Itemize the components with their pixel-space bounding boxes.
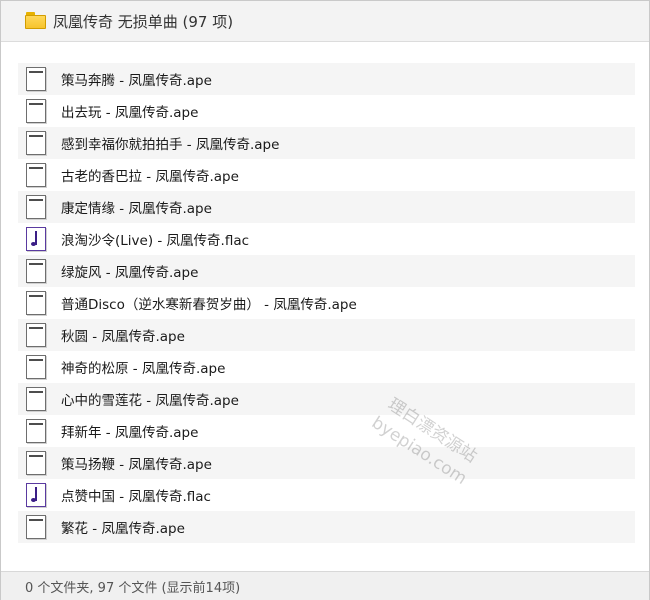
ape-file-icon bbox=[26, 451, 46, 475]
file-row[interactable]: 神奇的松原 - 凤凰传奇.ape bbox=[18, 351, 635, 383]
file-name: 浪淘沙令(Live) - 凤凰传奇.flac bbox=[61, 233, 250, 249]
window-title: 凤凰传奇 无损单曲 (97 项) bbox=[53, 12, 234, 31]
file-row[interactable]: 普通Disco（逆水寒新春贺岁曲） - 凤凰传奇.ape bbox=[18, 287, 635, 319]
file-name: 点赞中国 - 凤凰传奇.flac bbox=[61, 489, 211, 505]
folder-icon bbox=[25, 12, 47, 30]
ape-file-icon bbox=[26, 387, 46, 411]
file-row[interactable]: 繁花 - 凤凰传奇.ape bbox=[18, 511, 635, 543]
file-row[interactable]: 绿旋风 - 凤凰传奇.ape bbox=[18, 255, 635, 287]
ape-file-icon bbox=[26, 67, 46, 91]
file-name: 古老的香巴拉 - 凤凰传奇.ape bbox=[61, 169, 239, 185]
file-row[interactable]: 点赞中国 - 凤凰传奇.flac bbox=[18, 479, 635, 511]
file-name: 拜新年 - 凤凰传奇.ape bbox=[61, 425, 199, 441]
flac-file-icon bbox=[26, 483, 46, 507]
ape-file-icon bbox=[26, 515, 46, 539]
title-bar: 凤凰传奇 无损单曲 (97 项) bbox=[1, 1, 649, 42]
file-name: 神奇的松原 - 凤凰传奇.ape bbox=[61, 361, 226, 377]
status-bar: 0 个文件夹, 97 个文件 (显示前14项) bbox=[1, 571, 649, 600]
file-name: 秋圆 - 凤凰传奇.ape bbox=[61, 329, 185, 345]
flac-file-icon bbox=[26, 227, 46, 251]
status-text: 0 个文件夹, 97 个文件 (显示前14项) bbox=[25, 580, 241, 596]
file-row[interactable]: 秋圆 - 凤凰传奇.ape bbox=[18, 319, 635, 351]
ape-file-icon bbox=[26, 355, 46, 379]
ape-file-icon bbox=[26, 259, 46, 283]
file-name: 心中的雪莲花 - 凤凰传奇.ape bbox=[61, 393, 239, 409]
ape-file-icon bbox=[26, 99, 46, 123]
file-row[interactable]: 心中的雪莲花 - 凤凰传奇.ape bbox=[18, 383, 635, 415]
ape-file-icon bbox=[26, 131, 46, 155]
file-name: 感到幸福你就拍拍手 - 凤凰传奇.ape bbox=[61, 137, 280, 153]
file-row[interactable]: 感到幸福你就拍拍手 - 凤凰传奇.ape bbox=[18, 127, 635, 159]
file-name: 绿旋风 - 凤凰传奇.ape bbox=[61, 265, 199, 281]
ape-file-icon bbox=[26, 163, 46, 187]
file-row[interactable]: 策马扬鞭 - 凤凰传奇.ape bbox=[18, 447, 635, 479]
file-list-window: 凤凰传奇 无损单曲 (97 项) 策马奔腾 - 凤凰传奇.ape 出去玩 - 凤凰… bbox=[0, 0, 650, 600]
file-name: 普通Disco（逆水寒新春贺岁曲） - 凤凰传奇.ape bbox=[61, 297, 357, 313]
file-row[interactable]: 古老的香巴拉 - 凤凰传奇.ape bbox=[18, 159, 635, 191]
file-row[interactable]: 策马奔腾 - 凤凰传奇.ape bbox=[18, 63, 635, 95]
file-row[interactable]: 出去玩 - 凤凰传奇.ape bbox=[18, 95, 635, 127]
file-name: 康定情缘 - 凤凰传奇.ape bbox=[61, 201, 212, 217]
ape-file-icon bbox=[26, 291, 46, 315]
file-name: 策马扬鞭 - 凤凰传奇.ape bbox=[61, 457, 212, 473]
file-name: 策马奔腾 - 凤凰传奇.ape bbox=[61, 73, 212, 89]
ape-file-icon bbox=[26, 419, 46, 443]
file-row[interactable]: 康定情缘 - 凤凰传奇.ape bbox=[18, 191, 635, 223]
file-name: 繁花 - 凤凰传奇.ape bbox=[61, 521, 185, 537]
ape-file-icon bbox=[26, 195, 46, 219]
file-name: 出去玩 - 凤凰传奇.ape bbox=[61, 105, 199, 121]
file-row[interactable]: 拜新年 - 凤凰传奇.ape bbox=[18, 415, 635, 447]
file-row[interactable]: 浪淘沙令(Live) - 凤凰传奇.flac bbox=[18, 223, 635, 255]
ape-file-icon bbox=[26, 323, 46, 347]
file-list: 策马奔腾 - 凤凰传奇.ape 出去玩 - 凤凰传奇.ape 感到幸福你就拍拍手 -… bbox=[18, 63, 635, 543]
